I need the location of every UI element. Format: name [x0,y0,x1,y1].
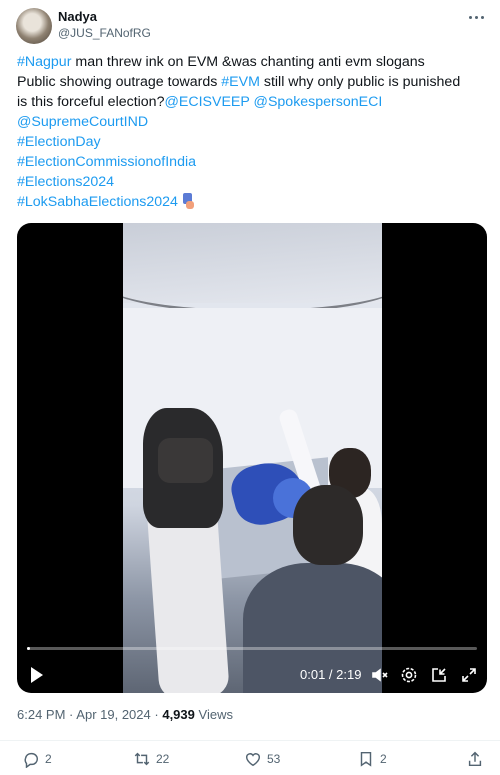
views-count: 4,939 [162,707,195,722]
hashtag-link[interactable]: #Elections2024 [17,174,114,190]
tweet-text-segment: is this forceful election? [17,94,165,110]
tweet-text-line: #ElectionDay [17,132,487,152]
hashtag-link[interactable]: #ElectionCommissionofIndia [17,154,196,170]
tweet-text: #Nagpur man threw ink on EVM &was chanti… [17,52,487,212]
author-handle[interactable]: @JUS_FANofRG [58,26,151,40]
hashtag-link[interactable]: #EVM [221,74,260,90]
author-name[interactable]: Nadya [58,9,97,24]
tweet-text-segment: man threw ink on EVM &was chanting anti … [71,54,425,70]
tweet-text-line: #Nagpur man threw ink on EVM &was chanti… [17,52,487,72]
tweet-text-line: #Elections2024 [17,172,487,192]
like-icon [245,753,261,767]
reply-count: 2 [45,752,52,766]
bookmark-count: 2 [380,752,387,766]
avatar[interactable] [16,8,52,44]
repost-count: 22 [156,752,170,766]
like-button[interactable]: 53 [244,749,280,769]
video-player[interactable]: 0:01 / 2:19 [17,223,487,693]
mention-link[interactable]: @SpokespersonECI [254,94,383,110]
video-progress-bar[interactable] [27,647,477,650]
tweet-date[interactable]: Apr 19, 2024 [76,707,150,722]
views-label: Views [198,707,233,722]
hashtag-link[interactable]: #LokSabhaElections2024 [17,194,178,210]
settings-icon[interactable] [399,665,419,685]
tweet-header: Nadya @JUS_FANofRG [16,6,486,46]
share-icon [468,751,482,767]
ballot-box-with-hand-emoji [181,193,195,209]
mention-link[interactable]: @SupremeCourtIND [17,114,148,130]
tweet-text-line: Public showing outrage towards #EVM stil… [17,72,487,92]
volume-muted-icon[interactable] [370,665,390,685]
tweet-meta: 6:24 PM · Apr 19, 2024 · 4,939 Views [17,707,233,722]
reply-button[interactable]: 2 [22,749,52,769]
tweet-text-line: #LokSabhaElections2024 [17,192,487,212]
repost-icon [134,752,150,766]
mention-link[interactable]: @ECISVEEP [164,94,249,110]
tweet-text-segment: still why only public is punished [259,74,461,90]
play-icon[interactable] [29,666,45,684]
like-count: 53 [267,752,281,766]
tweet-text-line: #ElectionCommissionofIndia [17,152,487,172]
video-time: 0:01 / 2:19 [300,667,362,682]
hashtag-link[interactable]: #ElectionDay [17,134,101,150]
tweet-text-segment: Public showing outrage towards [17,74,222,90]
tweet-text-line: @SupremeCourtIND [17,112,487,132]
tweet-text-line: is this forceful election?@ECISVEEP @Spo… [17,92,487,112]
bookmark-icon [360,751,372,767]
video-progress-fill [27,647,30,650]
share-button[interactable] [466,749,484,769]
fullscreen-icon[interactable] [459,665,479,685]
hashtag-link[interactable]: #Nagpur [17,54,71,70]
more-icon[interactable] [466,10,486,24]
reply-icon [24,752,38,768]
action-bar: 2 22 53 2 [0,740,500,770]
repost-button[interactable]: 22 [133,749,169,769]
tweet-time[interactable]: 6:24 PM [17,707,65,722]
meta-separator: · [69,707,74,722]
video-frame[interactable] [123,223,382,693]
bookmark-button[interactable]: 2 [357,749,387,769]
pip-icon[interactable] [429,665,449,685]
meta-separator: · [154,707,159,722]
